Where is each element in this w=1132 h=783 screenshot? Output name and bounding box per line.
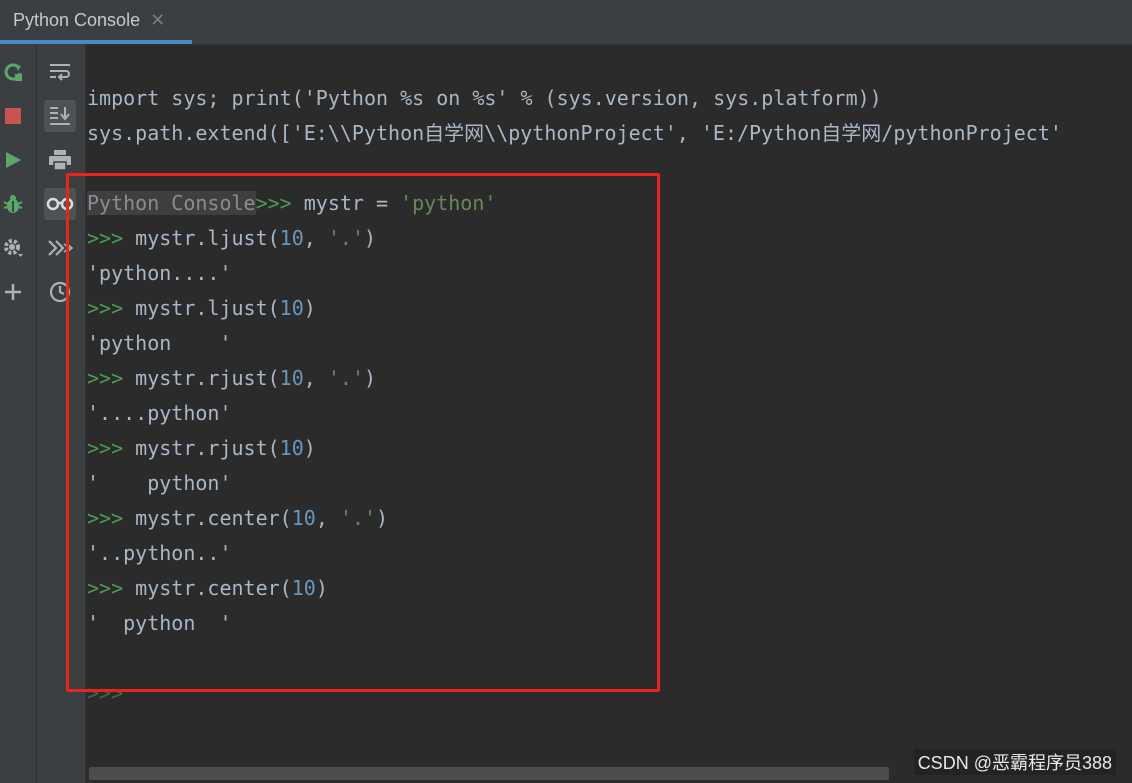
stop-button[interactable] [0,100,26,132]
settings-icon [4,239,23,257]
soft-wrap-button[interactable] [44,56,76,88]
debug-icon [3,195,23,213]
print-icon [49,150,71,171]
rerun-icon [4,63,22,81]
soft-wrap-icon [50,64,70,81]
tab-python-console[interactable]: Python Console ✕ [0,0,192,44]
watermark: CSDN @恶霸程序员388 [913,749,1116,775]
add-icon [5,284,21,300]
run-button[interactable] [0,144,26,176]
debug-button[interactable] [0,188,26,220]
scroll-to-end-icon [50,107,70,125]
scroll-to-end-button[interactable] [44,100,76,132]
console-line: import sys; print('Python %s on %s' % (s… [87,86,882,110]
close-icon[interactable]: ✕ [150,11,165,29]
run-icon [6,152,21,168]
console-line: sys.path.extend(['E:\\Python自学网\\pythonP… [87,121,1062,145]
new-console-button[interactable] [0,276,26,308]
highlight-annotation-box [66,173,660,692]
tool-window-tabbar: Python Console ✕ [0,0,1132,45]
settings-button[interactable] [0,232,26,264]
scrollbar-thumb[interactable] [89,767,889,780]
stop-icon [5,108,21,124]
print-button[interactable] [44,144,76,176]
console-actions-toolbar [0,44,37,783]
rerun-button[interactable] [0,56,26,88]
tab-title: Python Console [13,9,141,30]
